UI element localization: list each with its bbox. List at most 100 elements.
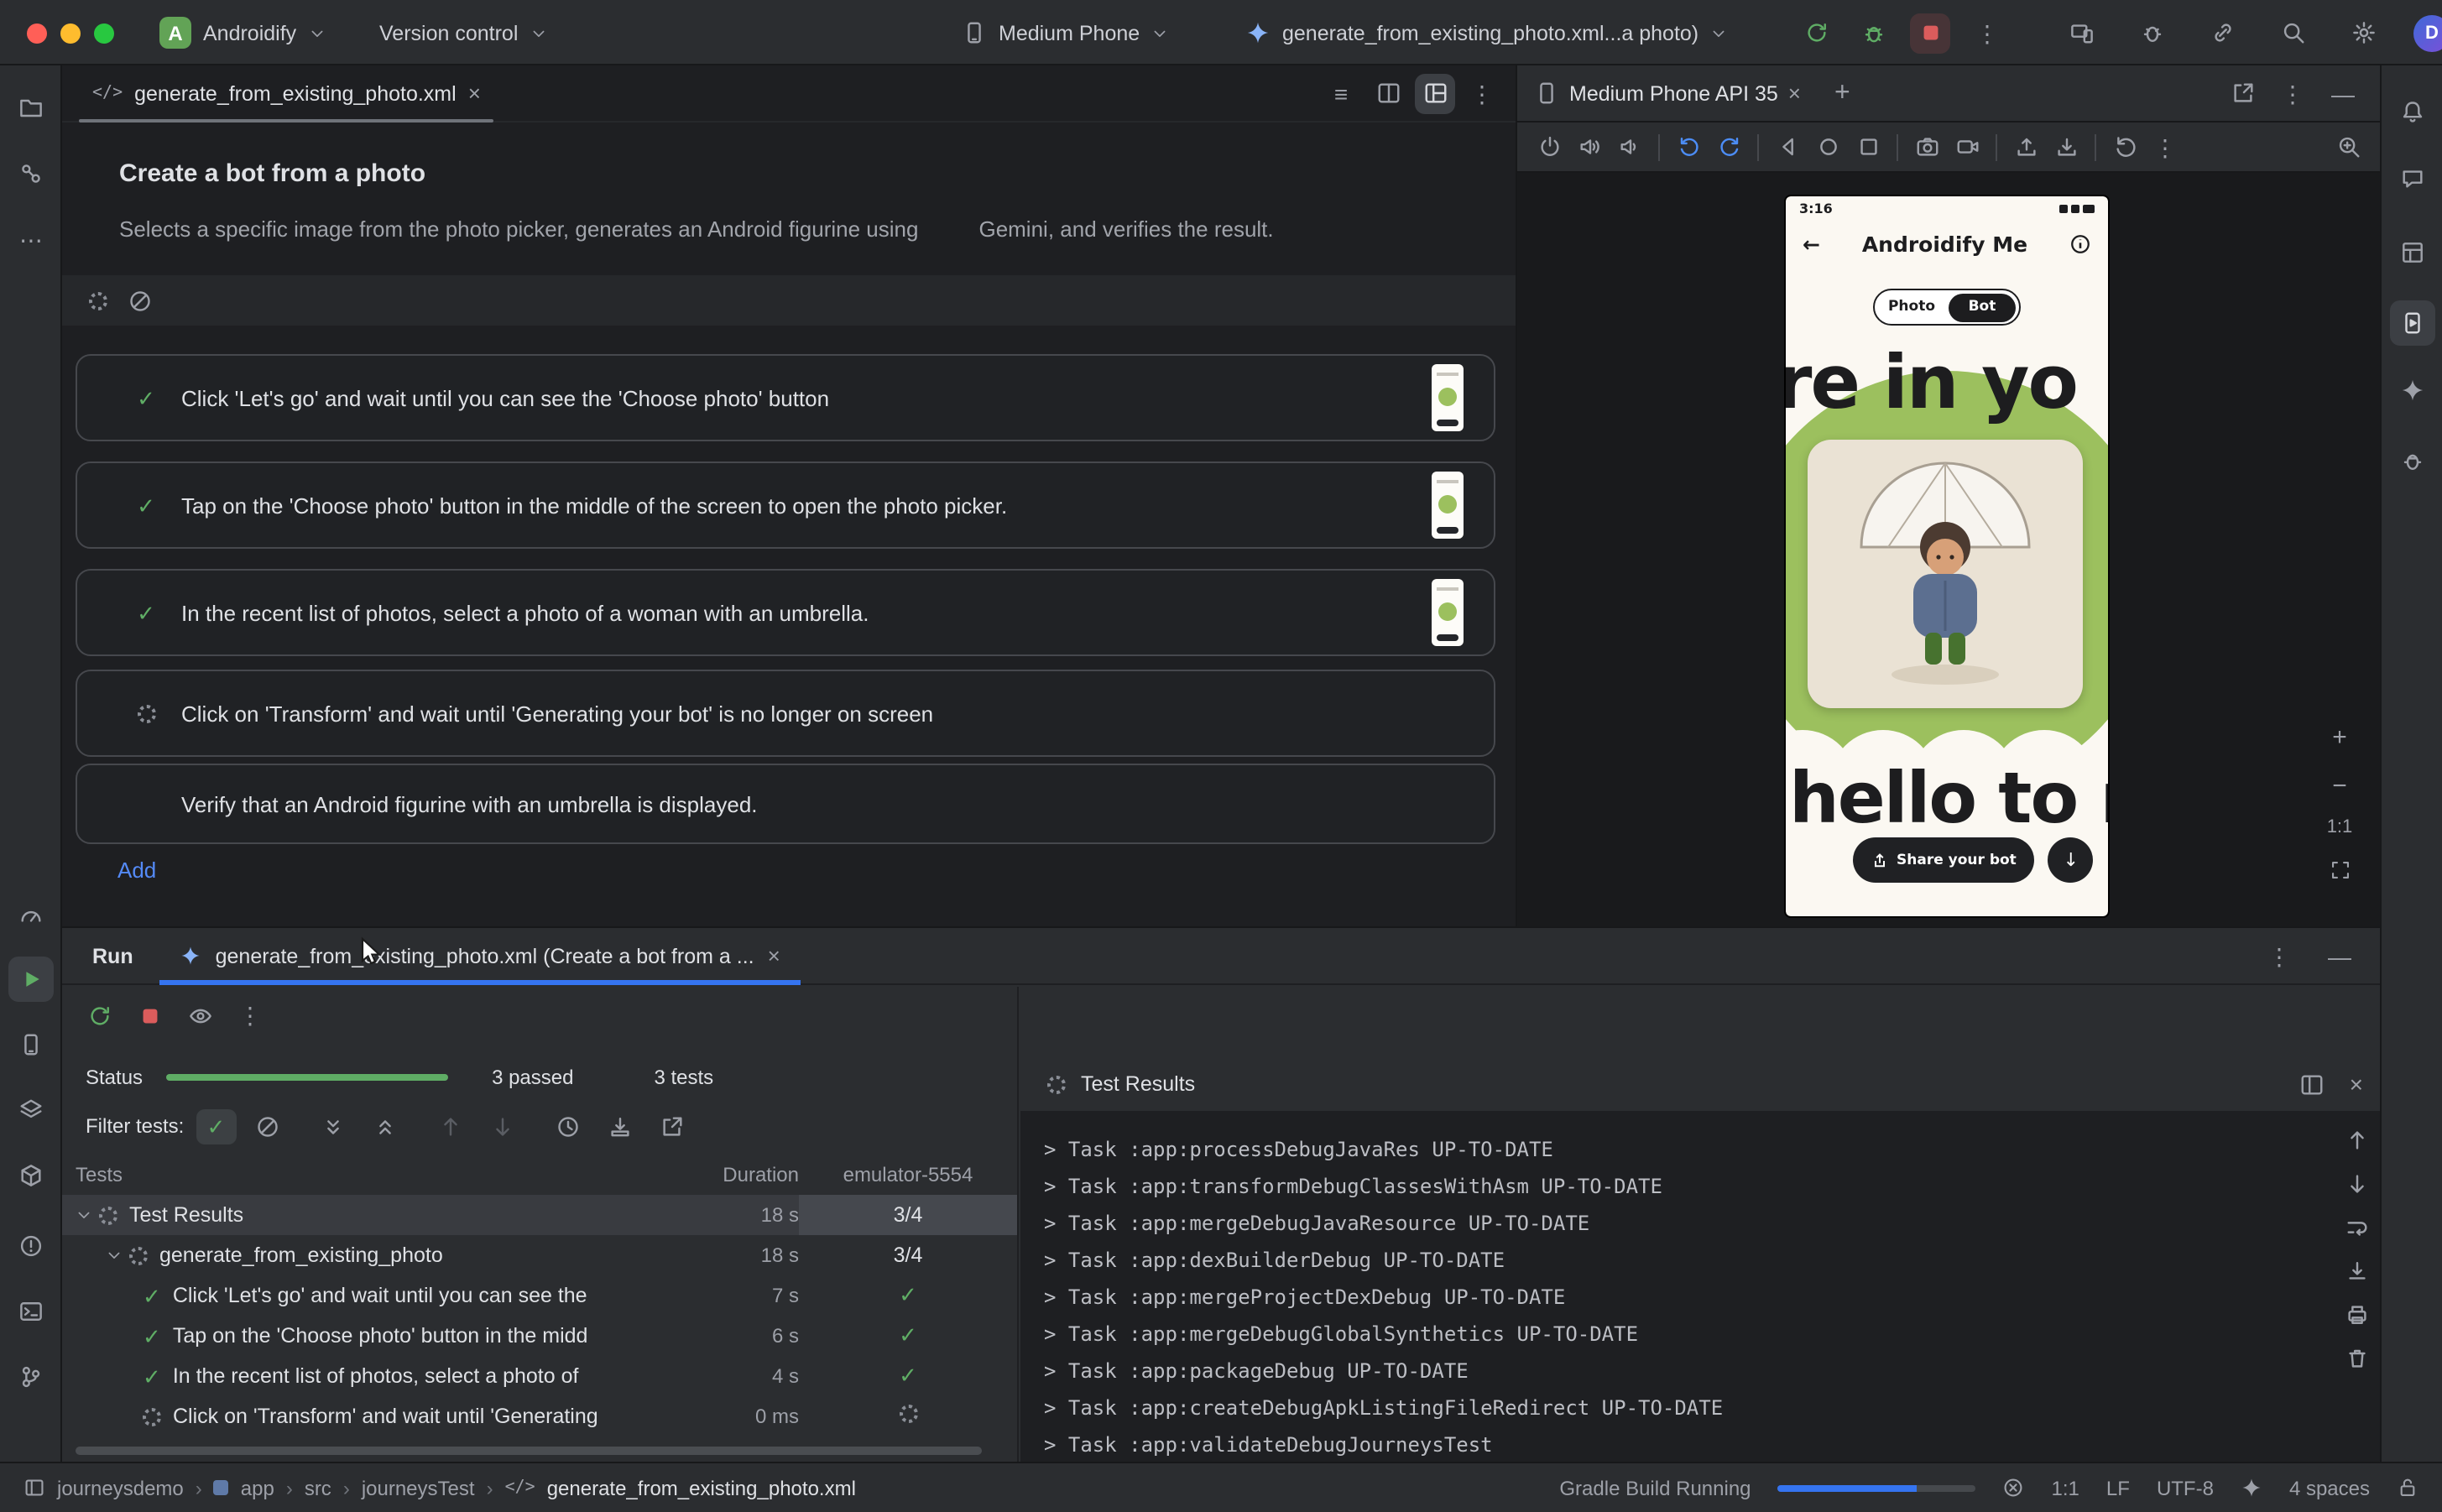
device-toolbar-more-icon[interactable]: ⋮	[2147, 127, 2184, 167]
view-list-icon[interactable]: ≡	[1321, 73, 1361, 113]
bot-result-card[interactable]	[1808, 440, 2083, 708]
git-tool-icon[interactable]	[8, 1354, 54, 1400]
journey-step[interactable]: ✓ Click 'Let's go' and wait until you ca…	[76, 354, 1495, 441]
chevron-down-icon[interactable]	[76, 1207, 92, 1223]
run-tool-icon[interactable]	[8, 957, 54, 1002]
emulator-screen[interactable]: 3:16 ← Androidify Me Photo Bot re in yo	[1786, 196, 2108, 916]
console-layout-icon[interactable]	[2293, 1064, 2333, 1104]
notifications-icon[interactable]	[2390, 89, 2435, 134]
test-history-icon[interactable]	[548, 1106, 588, 1146]
file-encoding[interactable]: UTF-8	[2157, 1476, 2214, 1499]
zoom-window-button[interactable]	[94, 23, 114, 43]
collapse-all-icon[interactable]	[365, 1106, 405, 1146]
photo-bot-toggle[interactable]: Photo Bot	[1873, 289, 2021, 326]
download-bot-button[interactable]: ↓	[2048, 837, 2094, 883]
gear-icon[interactable]	[2343, 13, 2383, 53]
save-file-icon[interactable]	[2048, 127, 2085, 167]
open-in-window-icon[interactable]	[2222, 73, 2262, 113]
hide-device-panel-icon[interactable]: —	[2323, 73, 2363, 113]
overview-icon[interactable]	[1850, 127, 1886, 167]
add-device-tab-icon[interactable]: +	[1834, 80, 1850, 107]
search-icon[interactable]	[2272, 13, 2313, 53]
import-results-icon[interactable]	[600, 1106, 640, 1146]
table-row[interactable]: Click on 'Transform' and wait until 'Gen…	[62, 1396, 1017, 1436]
rotate-right-icon[interactable]	[1710, 127, 1747, 167]
project-widget[interactable]: A Androidify	[159, 0, 325, 65]
home-icon[interactable]	[1809, 127, 1846, 167]
lock-icon[interactable]	[2397, 1477, 2419, 1499]
journey-step[interactable]: Click on 'Transform' and wait until 'Gen…	[76, 670, 1495, 757]
chevron-down-icon[interactable]	[106, 1247, 123, 1264]
breadcrumb[interactable]: journeysdemo › app › src › journeysTest …	[23, 1476, 856, 1499]
step-thumbnail[interactable]	[1432, 364, 1464, 431]
horizontal-scrollbar[interactable]	[76, 1447, 982, 1455]
split-editor-icon[interactable]	[1368, 73, 1408, 113]
push-file-icon[interactable]	[2007, 127, 2044, 167]
run-more-icon[interactable]: ⋮	[2259, 936, 2299, 976]
info-icon[interactable]	[2069, 232, 2091, 254]
step-thumbnail[interactable]	[1432, 579, 1464, 646]
back-arrow-icon[interactable]: ←	[1803, 231, 1820, 256]
more-tool-windows-icon[interactable]: ⋯	[8, 216, 54, 262]
editor-tab[interactable]: </> generate_from_existing_photo.xml ×	[76, 65, 498, 122]
run-tab[interactable]: generate_from_existing_photo.xml (Create…	[160, 927, 801, 984]
screen-record-icon[interactable]	[1949, 127, 1985, 167]
problems-tool-icon[interactable]	[8, 1223, 54, 1269]
design-view-icon[interactable]	[1415, 73, 1455, 113]
scroll-to-end-icon[interactable]	[2345, 1259, 2370, 1284]
power-icon[interactable]	[1531, 127, 1568, 167]
user-avatar[interactable]: D	[2413, 14, 2442, 51]
assistant-icon[interactable]	[2390, 156, 2435, 201]
project-tool-icon[interactable]	[8, 86, 54, 131]
share-bot-button[interactable]: Share your bot	[1853, 837, 2035, 883]
console-output[interactable]: > Task :app:processDebugJavaRes UP-TO-DA…	[1020, 1111, 2380, 1462]
clear-console-icon[interactable]	[2345, 1346, 2370, 1371]
debug-button[interactable]	[1853, 13, 1893, 53]
zoom-level[interactable]: 1:1	[2327, 817, 2353, 837]
table-row[interactable]: ✓ In the recent list of photos, select a…	[62, 1356, 1017, 1396]
stop-tests-icon[interactable]	[129, 995, 170, 1035]
scroll-down-icon[interactable]	[2345, 1171, 2370, 1197]
volume-up-icon[interactable]	[1571, 127, 1608, 167]
run-toolbar-more-icon[interactable]: ⋮	[230, 995, 270, 1035]
hide-run-panel-icon[interactable]: —	[2319, 936, 2360, 976]
zoom-in-icon[interactable]: +	[2323, 720, 2356, 753]
soft-wrap-icon[interactable]	[2345, 1215, 2370, 1240]
close-console-icon[interactable]: ×	[2350, 1072, 2363, 1096]
layers-tool-icon[interactable]	[8, 1087, 54, 1133]
watch-icon[interactable]	[180, 995, 220, 1035]
next-failed-icon[interactable]	[483, 1106, 523, 1146]
stop-journey-icon[interactable]	[128, 288, 153, 313]
table-row[interactable]: Test Results 18 s 3/4	[62, 1195, 1017, 1235]
back-icon[interactable]	[1769, 127, 1806, 167]
zoom-mode-icon[interactable]	[2330, 127, 2366, 167]
run-configuration-selector[interactable]: generate_from_existing_photo.xml...a pho…	[1245, 0, 1727, 65]
volume-down-icon[interactable]	[1611, 127, 1648, 167]
table-row[interactable]: ✓ Tap on the 'Choose photo' button in th…	[62, 1316, 1017, 1356]
line-ending[interactable]: LF	[2106, 1476, 2130, 1499]
show-passed-toggle[interactable]: ✓	[196, 1108, 236, 1144]
close-run-tab-icon[interactable]: ×	[768, 945, 780, 967]
journey-step[interactable]: ✓ Tap on the 'Choose photo' button in th…	[76, 461, 1495, 549]
print-icon[interactable]	[2345, 1302, 2370, 1327]
rerun-button[interactable]	[1796, 13, 1836, 53]
minimize-window-button[interactable]	[60, 23, 81, 43]
cancel-build-icon[interactable]	[2003, 1477, 2025, 1499]
device-selector[interactable]: Medium Phone	[962, 0, 1168, 65]
table-row[interactable]: generate_from_existing_photo 18 s 3/4	[62, 1235, 1017, 1275]
more-actions-button[interactable]: ⋮	[1967, 13, 2007, 53]
close-device-tab-icon[interactable]: ×	[1788, 82, 1801, 104]
stop-button[interactable]	[1910, 13, 1950, 53]
profiler-tool-icon[interactable]	[8, 891, 54, 936]
journey-step[interactable]: Verify that an Android figurine with an …	[76, 764, 1495, 844]
journey-step[interactable]: ✓ In the recent list of photos, select a…	[76, 569, 1495, 656]
export-results-icon[interactable]	[652, 1106, 692, 1146]
profiler-icon[interactable]	[2132, 13, 2172, 53]
snapshot-restore-icon[interactable]	[2106, 127, 2143, 167]
close-tab-icon[interactable]: ×	[468, 82, 481, 104]
zoom-out-icon[interactable]: −	[2323, 769, 2356, 802]
pair-devices-icon[interactable]	[2202, 13, 2242, 53]
vcs-widget[interactable]: Version control	[379, 0, 546, 65]
terminal-tool-icon[interactable]	[8, 1289, 54, 1334]
running-devices-icon[interactable]	[2390, 300, 2435, 346]
